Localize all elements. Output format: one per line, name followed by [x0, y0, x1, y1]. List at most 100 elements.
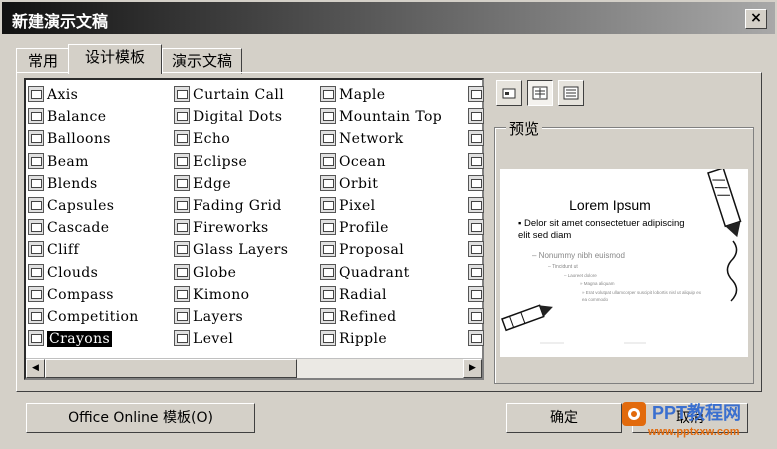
template-item[interactable]: Profile: [320, 217, 442, 239]
list-view-button[interactable]: [527, 80, 553, 106]
template-label: Clouds: [47, 264, 99, 281]
template-icon: [28, 241, 44, 258]
title-bar[interactable]: 新建演示文稿 ×: [2, 2, 775, 34]
template-column-1: Axis Balance Balloons Beam Blends Capsules Cas…: [28, 84, 139, 350]
template-item[interactable]: Quadrant: [320, 262, 442, 284]
template-item[interactable]: Mountain Top: [320, 106, 442, 128]
template-list[interactable]: Axis Balance Balloons Beam Blends Capsules Cas…: [24, 78, 484, 380]
tab-general[interactable]: 常用: [16, 48, 70, 74]
scroll-right-button[interactable]: ▶: [463, 359, 482, 378]
template-icon: [320, 86, 336, 102]
template-item[interactable]: Edge: [174, 173, 288, 195]
template-label: Echo: [193, 131, 231, 148]
tab-presentations[interactable]: 演示文稿: [162, 48, 242, 74]
template-label: Fireworks: [193, 220, 269, 237]
template-icon: [468, 307, 484, 324]
template-icon: [320, 152, 336, 169]
template-item[interactable]: Balloons: [28, 128, 139, 150]
template-icon: [468, 130, 484, 147]
template-label: Beam: [47, 153, 89, 170]
template-label: Refined: [339, 308, 397, 325]
template-icon: [320, 108, 336, 125]
template-label: Cliff: [47, 242, 80, 259]
template-item[interactable]: Radial: [320, 284, 442, 306]
template-label: Balance: [47, 109, 107, 126]
template-icon: [320, 219, 336, 236]
template-label: Ocean: [339, 153, 386, 170]
template-item[interactable]: Proposal: [320, 239, 442, 261]
template-item[interactable]: Ripple: [320, 328, 442, 350]
scroll-thumb[interactable]: [45, 359, 297, 378]
template-icon: [28, 108, 44, 125]
template-item[interactable]: Maple: [320, 84, 442, 106]
template-icon: [320, 307, 336, 324]
template-label: Layers: [193, 308, 244, 325]
template-item[interactable]: Layers: [174, 306, 288, 328]
template-item[interactable]: Pixel: [320, 195, 442, 217]
template-label: Network: [339, 131, 404, 148]
template-item[interactable]: Level: [174, 328, 288, 350]
horizontal-scrollbar[interactable]: ◀ ▶: [26, 358, 482, 378]
large-icons-icon: [502, 88, 516, 99]
template-item[interactable]: Beam: [28, 151, 139, 173]
template-icon: [174, 108, 190, 125]
template-item[interactable]: Cliff: [28, 239, 139, 261]
template-item[interactable]: Fading Grid: [174, 195, 288, 217]
template-label: Cascade: [47, 220, 110, 237]
template-icon: [28, 196, 44, 213]
template-item[interactable]: Globe: [174, 262, 288, 284]
template-item[interactable]: Ocean: [320, 151, 442, 173]
template-item[interactable]: Echo: [174, 128, 288, 150]
template-label: Eclipse: [193, 153, 248, 170]
ok-button[interactable]: 确定: [506, 403, 622, 433]
template-item[interactable]: Orbit: [320, 173, 442, 195]
preview-slide: Lorem Ipsum ▪ Delor sit amet consectetue…: [500, 169, 748, 357]
template-item[interactable]: Kimono: [174, 284, 288, 306]
template-icon: [174, 196, 190, 213]
template-item[interactable]: Crayons: [28, 328, 139, 350]
details-view-button[interactable]: [558, 80, 584, 106]
template-label: Balloons: [47, 131, 111, 148]
template-label: Competition: [47, 308, 139, 325]
template-icon: [468, 108, 484, 125]
large-icons-view-button[interactable]: [496, 80, 522, 106]
template-item[interactable]: Eclipse: [174, 151, 288, 173]
template-item[interactable]: Blends: [28, 173, 139, 195]
template-label: Curtain Call: [193, 87, 285, 103]
template-icon: [174, 219, 190, 236]
template-icon: [174, 241, 190, 258]
template-item[interactable]: Capsules: [28, 195, 139, 217]
template-icon: [468, 152, 484, 169]
template-label: Profile: [339, 220, 389, 237]
template-item[interactable]: Compass: [28, 284, 139, 306]
template-icon: [468, 285, 484, 302]
template-item[interactable]: Refined: [320, 306, 442, 328]
template-column-2: Curtain Call Digital Dots Echo Eclipse Edge F…: [174, 84, 288, 350]
template-icon: [320, 285, 336, 302]
template-icon: [320, 196, 336, 213]
close-button[interactable]: ×: [745, 9, 767, 29]
template-icon: [468, 241, 484, 258]
template-item[interactable]: Balance: [28, 106, 139, 128]
template-item[interactable]: Glass Layers: [174, 239, 288, 261]
template-icon: [174, 152, 190, 169]
template-item[interactable]: Clouds: [28, 262, 139, 284]
template-item[interactable]: Network: [320, 128, 442, 150]
template-item[interactable]: Competition: [28, 306, 139, 328]
tab-design-templates[interactable]: 设计模板: [68, 44, 162, 74]
template-label: Glass Layers: [193, 242, 289, 259]
template-icon: [28, 174, 44, 191]
template-label: Fading Grid: [193, 197, 282, 214]
template-item[interactable]: Cascade: [28, 217, 139, 239]
template-item[interactable]: Fireworks: [174, 217, 288, 239]
watermark-title: PPT教程网: [652, 403, 742, 423]
template-icon: [174, 130, 190, 147]
template-icon: [174, 307, 190, 324]
template-label: Proposal: [339, 242, 405, 259]
template-item[interactable]: Digital Dots: [174, 106, 288, 128]
template-item[interactable]: Axis: [28, 84, 139, 106]
office-online-templates-button[interactable]: Office Online 模板(O): [26, 403, 255, 433]
template-icon: [28, 307, 44, 324]
scroll-left-button[interactable]: ◀: [26, 359, 45, 378]
template-item[interactable]: Curtain Call: [174, 84, 288, 106]
